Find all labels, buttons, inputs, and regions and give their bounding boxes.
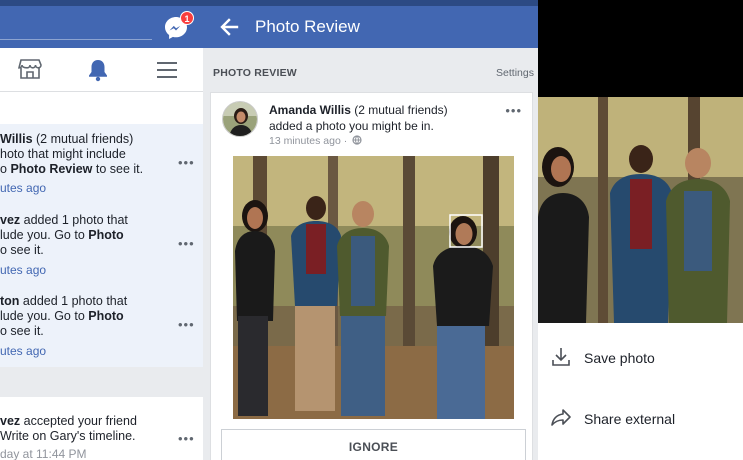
notification-text: accepted your friend [20, 414, 137, 428]
menu-icon[interactable] [156, 61, 178, 79]
notification-text: lude you. Go to [0, 309, 89, 323]
notification-text: to see it. [92, 162, 144, 176]
notification-item[interactable]: Willis (2 mutual friends) hoto that migh… [0, 124, 203, 205]
notification-text: lude you. Go to [0, 228, 89, 242]
more-options-icon[interactable]: ••• [178, 431, 195, 446]
photo-review-card: Amanda Willis (2 mutual friends) added a… [210, 92, 533, 460]
top-bar: Photo Review [203, 6, 538, 48]
share-icon [551, 409, 571, 426]
photo-preview[interactable] [538, 97, 743, 323]
ignore-button[interactable]: IGNORE [221, 429, 526, 460]
photo-viewer-panel: Save photo Share external [538, 0, 743, 460]
notification-link: Photo [88, 309, 124, 323]
section-header: PHOTO REVIEW Settings [203, 48, 538, 92]
notification-actor: Willis [0, 132, 33, 146]
notification-time: utes ago [0, 344, 47, 358]
save-photo-label: Save photo [584, 350, 655, 366]
notification-text: o [0, 162, 11, 176]
notification-text: added 1 photo that [19, 294, 128, 308]
search-bar[interactable] [0, 16, 152, 40]
notification-actor: ton [0, 294, 20, 308]
notification-text: Write on Gary's timeline. [0, 429, 136, 443]
more-options-icon[interactable]: ••• [178, 317, 195, 332]
notification-actor: vez [0, 414, 21, 428]
avatar[interactable] [222, 101, 258, 137]
notification-link: Photo [88, 228, 124, 242]
notification-actor: vez [0, 213, 21, 227]
marketplace-icon[interactable] [18, 58, 42, 80]
notification-text: (2 mutual friends) [32, 132, 134, 146]
save-photo-option[interactable]: Save photo [538, 328, 743, 388]
notification-link: Photo Review [10, 162, 93, 176]
card-timestamp: 13 minutes ago · [269, 135, 362, 147]
card-headline: Amanda Willis (2 mutual friends) [269, 103, 448, 117]
download-icon [552, 348, 570, 366]
notification-item[interactable]: ton added 1 photo that lude you. Go to P… [0, 286, 203, 367]
tagged-photo[interactable] [233, 156, 514, 419]
timestamp-text: 13 minutes ago · [269, 135, 348, 147]
top-bar: 1 [0, 6, 203, 48]
notification-time: utes ago [0, 181, 47, 195]
nav-tabs [0, 48, 203, 92]
notification-item[interactable]: vez added 1 photo that lude you. Go to P… [0, 205, 203, 286]
notifications-bell-icon[interactable] [86, 58, 110, 82]
section-divider [0, 367, 203, 397]
notification-text: o see it. [0, 324, 44, 338]
notification-item[interactable]: vez accepted your friend Write on Gary's… [0, 397, 203, 460]
notification-time: day at 11:44 PM [0, 447, 87, 460]
mutual-friends-text: (2 mutual friends) [350, 103, 448, 117]
photo-options-sheet: Save photo Share external [538, 323, 743, 460]
more-options-icon[interactable]: ••• [505, 103, 522, 118]
share-external-label: Share external [584, 411, 676, 427]
page-title: Photo Review [255, 17, 360, 36]
notification-time: utes ago [0, 263, 47, 277]
notification-text: added 1 photo that [20, 213, 128, 227]
photo-review-panel: Photo Review PHOTO REVIEW Settings Amand… [203, 0, 538, 460]
share-external-option[interactable]: Share external [538, 389, 743, 449]
more-options-icon[interactable]: ••• [178, 236, 195, 251]
notifications-panel: 1 Willis (2 mutual friends) hoto that mi… [0, 0, 203, 460]
notification-text: hoto that might include [0, 147, 126, 161]
back-arrow-icon[interactable] [219, 17, 239, 37]
more-options-icon[interactable]: ••• [178, 155, 195, 170]
section-title: PHOTO REVIEW [213, 67, 297, 79]
settings-link[interactable]: Settings [496, 67, 534, 79]
messenger-badge: 1 [180, 11, 194, 25]
card-action-text: added a photo you might be in. [269, 119, 434, 133]
author-name[interactable]: Amanda Willis [269, 103, 351, 117]
notification-text: o see it. [0, 243, 44, 257]
globe-icon [352, 135, 362, 145]
